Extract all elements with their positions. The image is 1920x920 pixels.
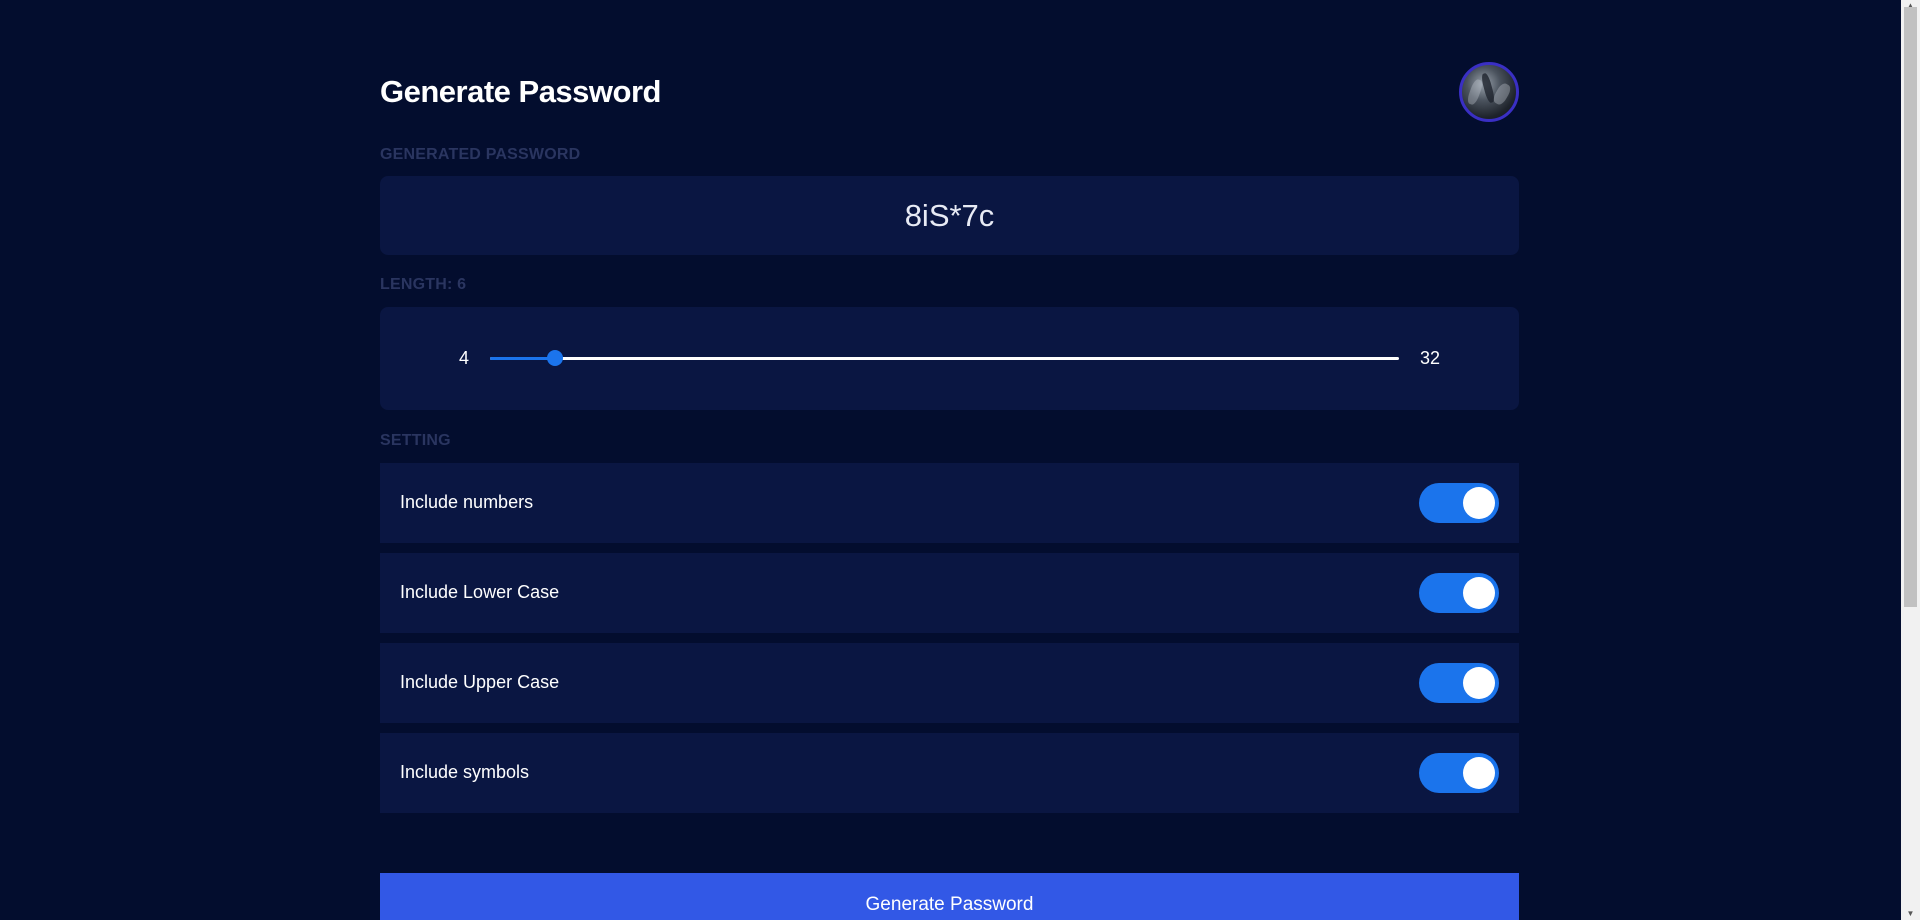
toggle-knob bbox=[1463, 577, 1495, 609]
generate-password-button[interactable]: Generate Password bbox=[380, 873, 1519, 920]
avatar-image-part bbox=[1491, 81, 1513, 107]
generated-password-label: GENERATED PASSWORD bbox=[380, 146, 581, 163]
toggle-knob bbox=[1463, 757, 1495, 789]
length-panel: 4 32 bbox=[380, 307, 1519, 410]
length-min-label: 4 bbox=[459, 348, 470, 368]
toggle-numbers[interactable] bbox=[1419, 483, 1499, 523]
vertical-scrollbar[interactable]: ▲ ▼ bbox=[1901, 0, 1920, 920]
length-max-label: 32 bbox=[1420, 348, 1441, 368]
setting-label-lower-case: Include Lower Case bbox=[400, 582, 560, 602]
avatar-icon[interactable] bbox=[1459, 62, 1519, 122]
avatar-image-part bbox=[1465, 78, 1485, 106]
toggle-knob bbox=[1463, 487, 1495, 519]
setting-label-symbols: Include symbols bbox=[400, 762, 530, 782]
length-slider-thumb[interactable] bbox=[546, 350, 563, 366]
length-slider-fill bbox=[490, 357, 555, 360]
setting-row-numbers: Include numbers bbox=[380, 463, 1519, 543]
setting-label: SETTING bbox=[380, 432, 451, 449]
scroll-down-arrow-icon[interactable]: ▼ bbox=[1901, 908, 1920, 920]
page-title: Generate Password bbox=[380, 74, 661, 109]
toggle-symbols[interactable] bbox=[1419, 753, 1499, 793]
length-slider[interactable] bbox=[490, 350, 1399, 366]
toggle-knob bbox=[1463, 667, 1495, 699]
setting-row-upper-case: Include Upper Case bbox=[380, 643, 1519, 723]
setting-row-symbols: Include symbols bbox=[380, 733, 1519, 813]
password-generator-page: Generate Password GENERATED PASSWORD 8iS… bbox=[0, 0, 1920, 920]
password-value: 8iS*7c bbox=[904, 198, 995, 233]
setting-label-numbers: Include numbers bbox=[400, 492, 534, 512]
setting-row-lower-case: Include Lower Case bbox=[380, 553, 1519, 633]
toggle-lower-case[interactable] bbox=[1419, 573, 1499, 613]
toggle-upper-case[interactable] bbox=[1419, 663, 1499, 703]
header: Generate Password bbox=[380, 62, 1519, 122]
scrollbar-thumb[interactable] bbox=[1904, 7, 1917, 607]
setting-label-upper-case: Include Upper Case bbox=[400, 672, 560, 692]
password-display: 8iS*7c bbox=[380, 176, 1519, 255]
length-label: LENGTH: 6 bbox=[380, 276, 467, 293]
